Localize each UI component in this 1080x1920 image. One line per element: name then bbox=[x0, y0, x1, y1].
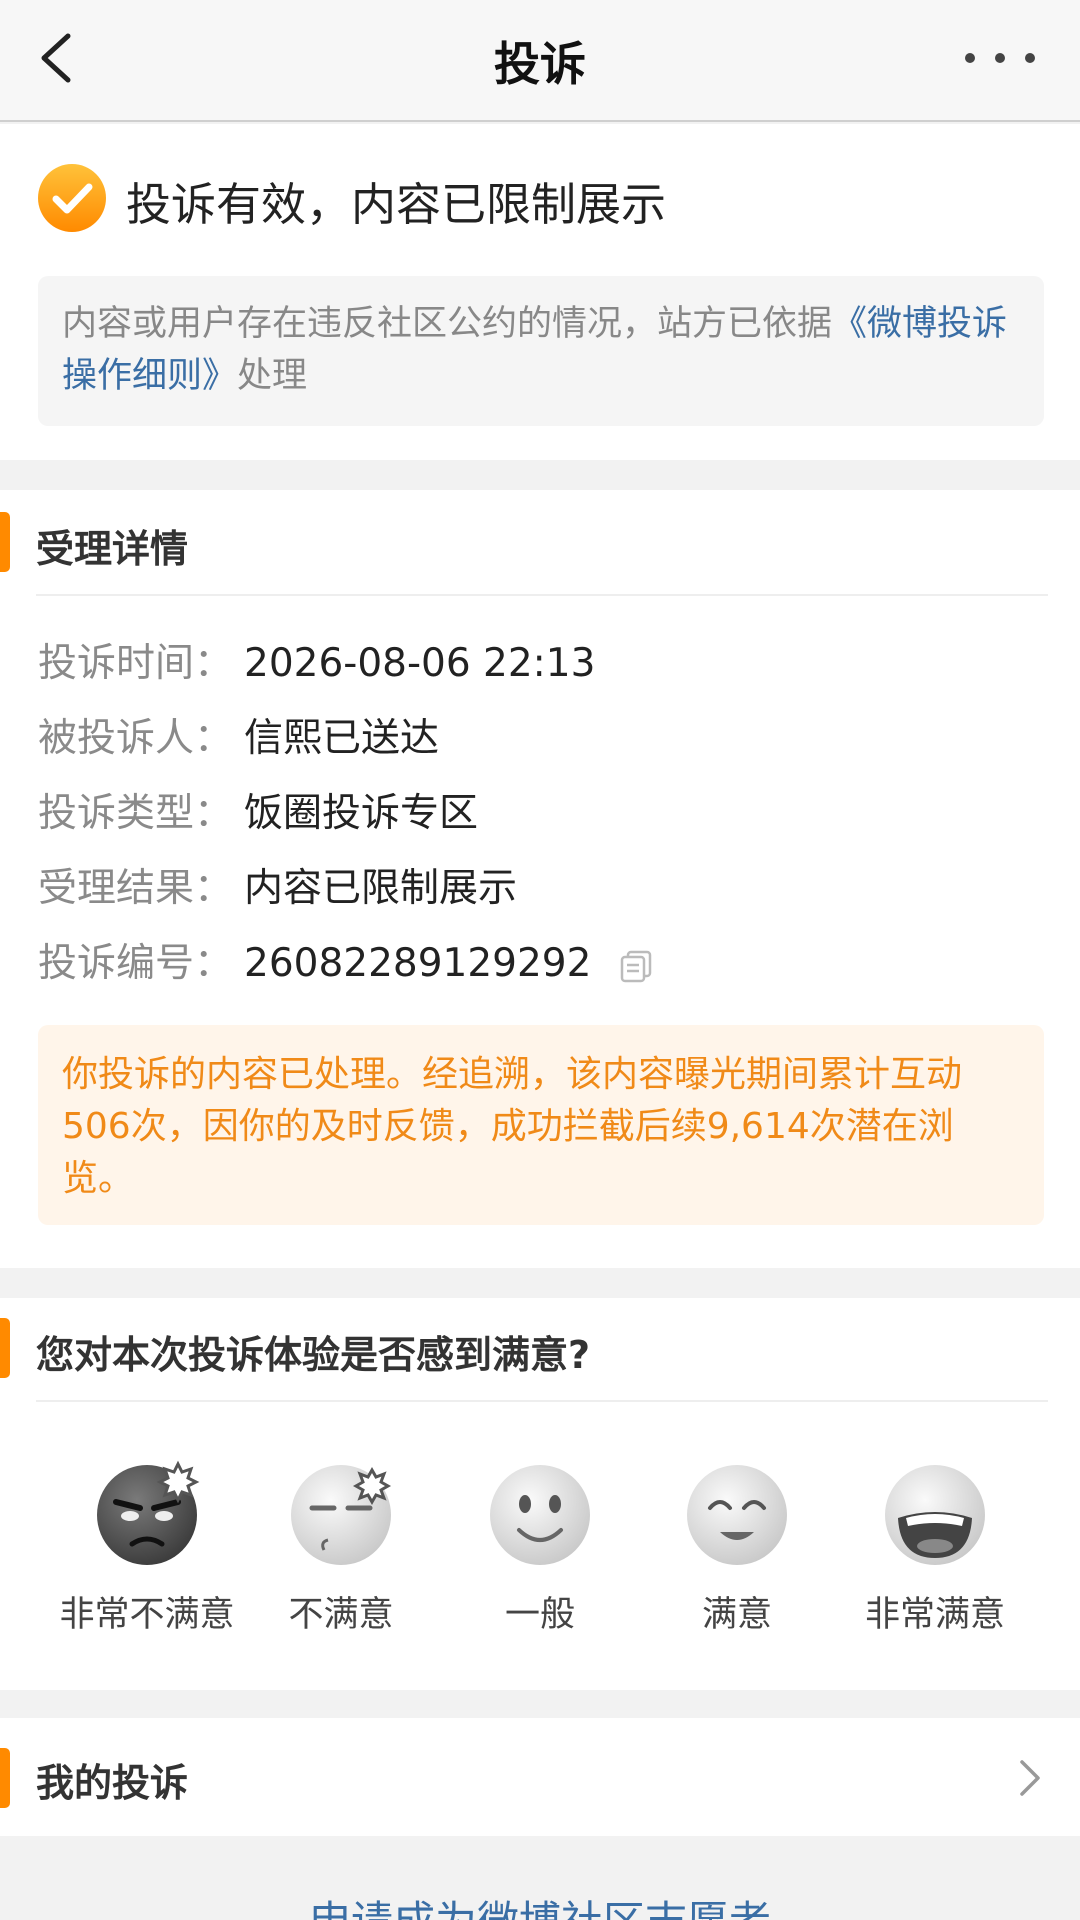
laughing-face-icon bbox=[885, 1465, 985, 1565]
rating-label: 非常不满意 bbox=[59, 1595, 235, 1635]
rating-label: 满意 bbox=[701, 1595, 772, 1635]
detail-label: 投诉类型： bbox=[38, 791, 234, 836]
rating-options: 非常不满意 不满意 一般 满意 非常满意 bbox=[0, 1458, 1080, 1658]
detail-value: 内容已限制展示 bbox=[244, 866, 518, 911]
my-complaints-entry[interactable]: 我的投诉 bbox=[0, 1718, 1080, 1836]
details-section: 受理详情 投诉时间： 2026-08-06 22:13 被投诉人： 信熙已送达 投诉… bbox=[0, 490, 1080, 1268]
chevron-right-icon bbox=[1020, 1760, 1040, 1796]
very-angry-face-icon bbox=[97, 1460, 200, 1565]
complaint-result-page: 投诉 投诉有效，内容已限制展示 内容或用户存在违反社区公约的情况，站方已依据《微… bbox=[0, 0, 1080, 1920]
rating-label: 一般 bbox=[504, 1595, 575, 1635]
check-circle-icon bbox=[38, 164, 106, 232]
detail-row-respondent: 被投诉人： 信熙已送达 bbox=[38, 707, 439, 763]
detail-label: 投诉编号： bbox=[38, 941, 234, 986]
result-title: 投诉有效，内容已限制展示 bbox=[126, 178, 667, 231]
happy-face-icon bbox=[687, 1465, 787, 1565]
detail-row-time: 投诉时间： 2026-08-06 22:13 bbox=[38, 632, 595, 688]
detail-row-number: 投诉编号： 26082289129292 bbox=[38, 932, 654, 988]
details-section-title: 受理详情 bbox=[36, 527, 189, 571]
my-complaints-label: 我的投诉 bbox=[36, 1761, 189, 1805]
result-section: 投诉有效，内容已限制展示 内容或用户存在违反社区公约的情况，站方已依据《微博投诉… bbox=[0, 124, 1080, 460]
divider bbox=[36, 1400, 1048, 1402]
page-title: 投诉 bbox=[494, 37, 586, 91]
detail-value: 2026-08-06 22:13 bbox=[244, 641, 596, 686]
satisfaction-section: 您对本次投诉体验是否感到满意? 非常不满意 不满意 一般 满意 非常满意 bbox=[0, 1298, 1080, 1690]
more-button[interactable] bbox=[960, 30, 1040, 86]
detail-value: 信熙已送达 bbox=[244, 716, 440, 761]
policy-notice: 内容或用户存在违反社区公约的情况，站方已依据《微博投诉操作细则》处理 bbox=[38, 276, 1044, 426]
rating-label: 非常满意 bbox=[864, 1595, 1005, 1635]
policy-notice-text: 内容或用户存在违反社区公约的情况，站方已依据 bbox=[62, 304, 833, 344]
neutral-smile-face-icon bbox=[490, 1465, 590, 1565]
copy-icon[interactable] bbox=[618, 948, 654, 984]
detail-value: 饭圈投诉专区 bbox=[244, 791, 479, 836]
section-accent-bar bbox=[0, 1318, 10, 1378]
top-nav-bar: 投诉 bbox=[0, 0, 1080, 122]
rating-neutral[interactable]: 一般 bbox=[440, 1458, 640, 1637]
detail-row-type: 投诉类型： 饭圈投诉专区 bbox=[38, 782, 478, 838]
annoyed-face-icon bbox=[291, 1465, 392, 1565]
rating-very-unsatisfied[interactable]: 非常不满意 bbox=[47, 1458, 247, 1637]
detail-label: 投诉时间： bbox=[38, 641, 234, 686]
detail-label: 被投诉人： bbox=[38, 716, 234, 761]
rating-satisfied[interactable]: 满意 bbox=[637, 1458, 837, 1637]
impact-notice: 你投诉的内容已处理。经追溯，该内容曝光期间累计互动506次，因你的及时反馈，成功… bbox=[38, 1025, 1044, 1225]
complaint-number: 26082289129292 bbox=[244, 941, 592, 986]
rating-unsatisfied[interactable]: 不满意 bbox=[241, 1458, 441, 1637]
more-dots-icon bbox=[965, 53, 1035, 63]
policy-notice-suffix: 处理 bbox=[237, 356, 308, 396]
detail-row-result: 受理结果： 内容已限制展示 bbox=[38, 857, 517, 913]
satisfaction-question: 您对本次投诉体验是否感到满意? bbox=[36, 1333, 591, 1377]
section-accent-bar bbox=[0, 512, 10, 572]
detail-label: 受理结果： bbox=[38, 866, 234, 911]
divider bbox=[36, 594, 1048, 596]
section-accent-bar bbox=[0, 1748, 10, 1808]
volunteer-link[interactable]: 申请成为微博社区志愿者 bbox=[0, 1888, 1080, 1920]
rating-label: 不满意 bbox=[288, 1595, 394, 1635]
rating-very-satisfied[interactable]: 非常满意 bbox=[835, 1458, 1035, 1637]
